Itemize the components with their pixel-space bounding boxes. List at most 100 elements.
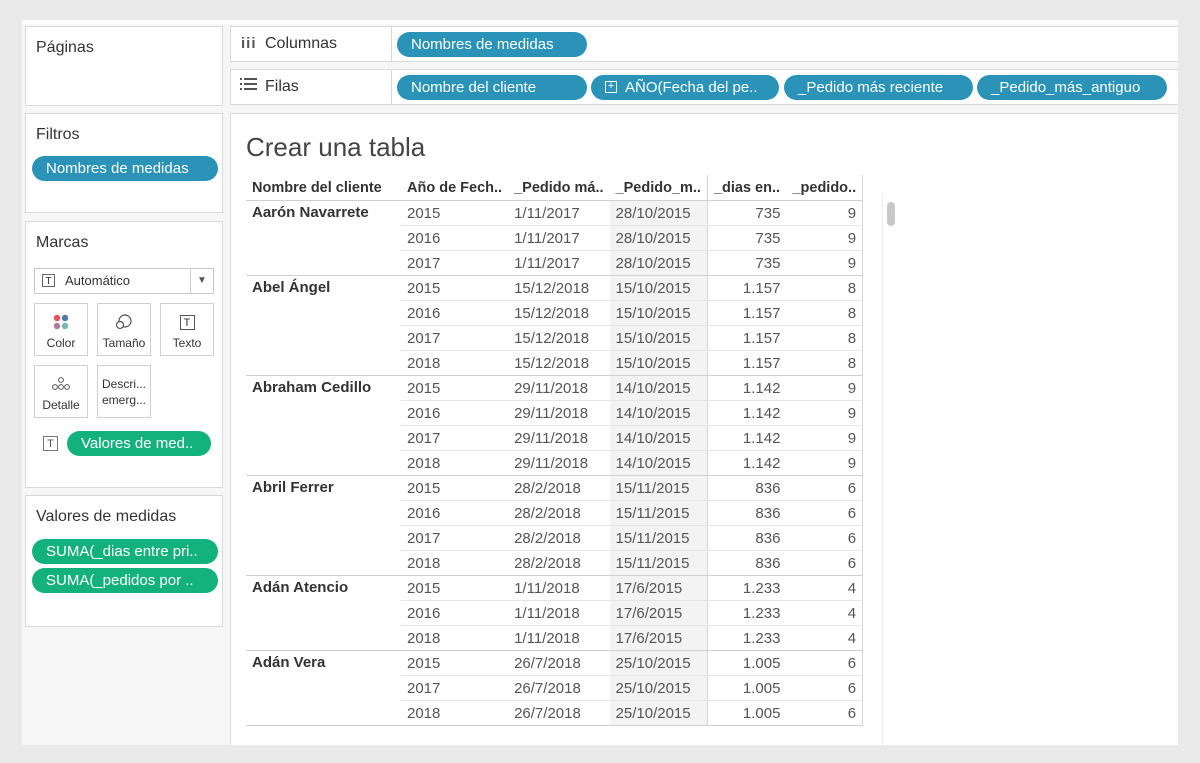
text-mark-button[interactable]: T Texto bbox=[160, 303, 214, 356]
scroll-track[interactable] bbox=[882, 194, 900, 745]
cell-oldest[interactable]: 14/10/2015 bbox=[609, 400, 708, 426]
cell-oldest[interactable]: 15/11/2015 bbox=[609, 550, 708, 576]
cell-oldest[interactable]: 15/10/2015 bbox=[609, 350, 708, 376]
cell-year[interactable]: 2015 bbox=[401, 200, 509, 226]
cell-dias[interactable]: 1.005 bbox=[706, 650, 787, 676]
cell-most-recent[interactable]: 15/12/2018 bbox=[508, 325, 610, 351]
cell-dias[interactable]: 1.233 bbox=[706, 575, 787, 601]
expand-plus-icon[interactable]: + bbox=[605, 81, 617, 93]
cell-oldest[interactable]: 14/10/2015 bbox=[609, 450, 708, 476]
cell-oldest[interactable]: 14/10/2015 bbox=[609, 375, 708, 401]
cell-oldest[interactable]: 17/6/2015 bbox=[609, 625, 708, 651]
rows-pill-customer-name[interactable]: Nombre del cliente bbox=[397, 75, 587, 100]
cell-dias[interactable]: 1.005 bbox=[706, 675, 787, 701]
columns-pill-measure-names[interactable]: Nombres de medidas bbox=[397, 32, 587, 57]
cell-most-recent[interactable]: 28/2/2018 bbox=[508, 500, 610, 526]
cell-oldest[interactable]: 15/10/2015 bbox=[609, 325, 708, 351]
cell-oldest[interactable]: 15/11/2015 bbox=[609, 500, 708, 526]
cell-most-recent[interactable]: 29/11/2018 bbox=[508, 425, 610, 451]
rows-pill-order-year[interactable]: + AÑO(Fecha del pe.. bbox=[591, 75, 779, 100]
scrollbar-thumb[interactable] bbox=[887, 202, 895, 226]
cell-pedidos[interactable]: 8 bbox=[786, 300, 864, 326]
cell-pedidos[interactable]: 6 bbox=[786, 475, 864, 501]
cell-pedidos[interactable]: 6 bbox=[786, 525, 864, 551]
cell-year[interactable]: 2015 bbox=[401, 575, 509, 601]
cell-year[interactable]: 2016 bbox=[401, 300, 509, 326]
header-customer-name[interactable]: Nombre del cliente bbox=[246, 175, 401, 201]
cell-pedidos[interactable]: 8 bbox=[786, 325, 864, 351]
cell-year[interactable]: 2015 bbox=[401, 275, 509, 301]
customer-name-cell[interactable]: Aarón Navarrete bbox=[246, 200, 401, 276]
cell-pedidos[interactable]: 6 bbox=[786, 500, 864, 526]
cell-pedidos[interactable]: 9 bbox=[786, 450, 864, 476]
cell-pedidos[interactable]: 8 bbox=[786, 275, 864, 301]
cell-dias[interactable]: 1.005 bbox=[706, 700, 787, 726]
cell-most-recent[interactable]: 15/12/2018 bbox=[508, 300, 610, 326]
cell-oldest[interactable]: 17/6/2015 bbox=[609, 575, 708, 601]
cell-year[interactable]: 2017 bbox=[401, 675, 509, 701]
cell-dias[interactable]: 1.157 bbox=[706, 350, 787, 376]
cell-pedidos[interactable]: 6 bbox=[786, 675, 864, 701]
mark-type-dropdown[interactable]: T Automático ▼ bbox=[34, 268, 214, 294]
customer-name-cell[interactable]: Adán Atencio bbox=[246, 575, 401, 651]
cell-most-recent[interactable]: 28/2/2018 bbox=[508, 475, 610, 501]
cell-most-recent[interactable]: 29/11/2018 bbox=[508, 450, 610, 476]
cell-year[interactable]: 2016 bbox=[401, 225, 509, 251]
cell-dias[interactable]: 1.142 bbox=[706, 425, 787, 451]
cell-dias[interactable]: 1.157 bbox=[706, 300, 787, 326]
filter-pill-measure-names[interactable]: Nombres de medidas bbox=[32, 156, 218, 181]
customer-name-cell[interactable]: Abril Ferrer bbox=[246, 475, 401, 576]
cell-year[interactable]: 2018 bbox=[401, 700, 509, 726]
cell-year[interactable]: 2015 bbox=[401, 650, 509, 676]
cell-year[interactable]: 2016 bbox=[401, 400, 509, 426]
cell-most-recent[interactable]: 15/12/2018 bbox=[508, 275, 610, 301]
cell-oldest[interactable]: 28/10/2015 bbox=[609, 250, 708, 276]
cell-most-recent[interactable]: 26/7/2018 bbox=[508, 700, 610, 726]
size-mark-button[interactable]: Tamaño bbox=[97, 303, 151, 356]
cell-most-recent[interactable]: 26/7/2018 bbox=[508, 675, 610, 701]
cell-most-recent[interactable]: 1/11/2018 bbox=[508, 575, 610, 601]
cell-oldest[interactable]: 15/11/2015 bbox=[609, 475, 708, 501]
tooltip-mark-button[interactable]: Descri... emerg... bbox=[97, 365, 151, 418]
cell-most-recent[interactable]: 29/11/2018 bbox=[508, 400, 610, 426]
cell-most-recent[interactable]: 29/11/2018 bbox=[508, 375, 610, 401]
cell-pedidos[interactable]: 8 bbox=[786, 350, 864, 376]
color-mark-button[interactable]: Color bbox=[34, 303, 88, 356]
cell-oldest[interactable]: 17/6/2015 bbox=[609, 600, 708, 626]
cell-oldest[interactable]: 25/10/2015 bbox=[609, 700, 708, 726]
rows-pill-oldest[interactable]: _Pedido_más_antiguo bbox=[977, 75, 1167, 100]
cell-pedidos[interactable]: 9 bbox=[786, 250, 864, 276]
cell-pedidos[interactable]: 4 bbox=[786, 575, 864, 601]
cell-pedidos[interactable]: 6 bbox=[786, 700, 864, 726]
customer-name-cell[interactable]: Abel Ángel bbox=[246, 275, 401, 376]
cell-dias[interactable]: 1.233 bbox=[706, 600, 787, 626]
cell-oldest[interactable]: 15/11/2015 bbox=[609, 525, 708, 551]
text-pill-measure-values[interactable]: Valores de med.. bbox=[67, 431, 211, 456]
cell-dias[interactable]: 836 bbox=[706, 500, 787, 526]
cell-pedidos[interactable]: 9 bbox=[786, 200, 864, 226]
cell-pedidos[interactable]: 9 bbox=[786, 225, 864, 251]
cell-most-recent[interactable]: 1/11/2018 bbox=[508, 600, 610, 626]
cell-oldest[interactable]: 25/10/2015 bbox=[609, 650, 708, 676]
customer-name-cell[interactable]: Adán Vera bbox=[246, 650, 401, 726]
cell-oldest[interactable]: 15/10/2015 bbox=[609, 275, 708, 301]
detail-mark-button[interactable]: Detalle bbox=[34, 365, 88, 418]
cell-most-recent[interactable]: 28/2/2018 bbox=[508, 525, 610, 551]
cell-year[interactable]: 2017 bbox=[401, 250, 509, 276]
cell-year[interactable]: 2018 bbox=[401, 625, 509, 651]
cell-pedidos[interactable]: 9 bbox=[786, 425, 864, 451]
cell-dias[interactable]: 735 bbox=[706, 200, 787, 226]
cell-oldest[interactable]: 25/10/2015 bbox=[609, 675, 708, 701]
cell-year[interactable]: 2015 bbox=[401, 375, 509, 401]
header-dias[interactable]: _dias en.. bbox=[706, 175, 787, 201]
measure-pill-pedidos[interactable]: SUMA(_pedidos por .. bbox=[32, 568, 218, 593]
pages-card[interactable]: Páginas bbox=[25, 26, 223, 106]
cell-dias[interactable]: 1.142 bbox=[706, 450, 787, 476]
cell-year[interactable]: 2016 bbox=[401, 500, 509, 526]
cell-pedidos[interactable]: 9 bbox=[786, 375, 864, 401]
filters-card[interactable]: Filtros Nombres de medidas bbox=[25, 113, 223, 213]
header-most-recent[interactable]: _Pedido má.. bbox=[508, 175, 610, 201]
chevron-down-icon[interactable]: ▼ bbox=[190, 269, 213, 293]
cell-pedidos[interactable]: 4 bbox=[786, 625, 864, 651]
cell-most-recent[interactable]: 1/11/2017 bbox=[508, 200, 610, 226]
